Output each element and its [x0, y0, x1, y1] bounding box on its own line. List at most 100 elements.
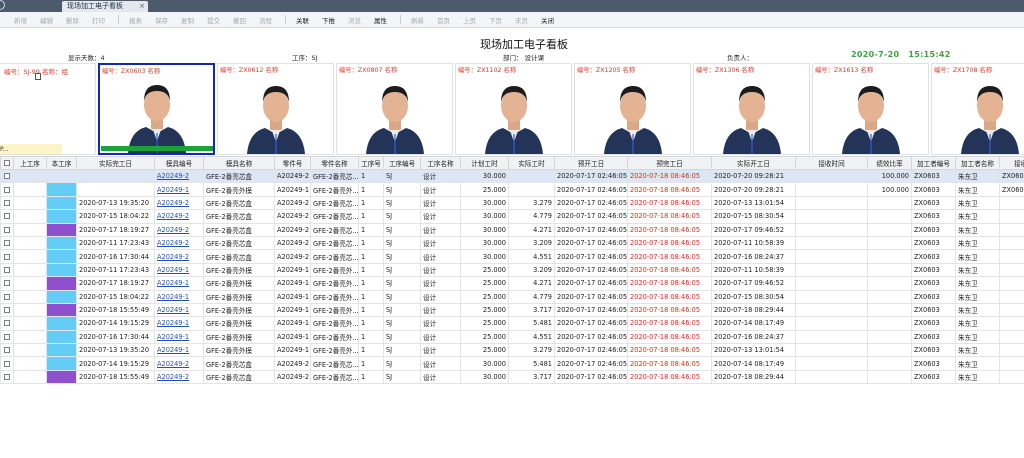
toolbar-button-9[interactable]: 流程: [259, 15, 272, 25]
column-header[interactable]: 实际工时: [508, 156, 555, 170]
column-header[interactable]: 接收时间: [795, 156, 868, 170]
row-checkbox-cell[interactable]: [0, 209, 14, 224]
cell-mold[interactable]: A20249-1: [154, 182, 204, 197]
toolbar-button-17[interactable]: 下页: [489, 15, 502, 25]
table-row[interactable]: 2020-07-18 15:55:49 A20249-2 GFE-2番亮芯盒 A202…: [0, 369, 1024, 385]
employee-card-6[interactable]: 编号：ZX1306 名称: [693, 63, 810, 155]
cell-mold[interactable]: A20249-2: [154, 356, 204, 371]
row-checkbox[interactable]: [4, 240, 10, 247]
table-row[interactable]: 2020-07-16 17:30:44 A20249-2 GFE-2番亮芯盒 A202…: [0, 249, 1024, 264]
table-row[interactable]: 2020-07-11 17:23:43 A20249-1 GFE-2番亮外模 A202…: [0, 262, 1024, 278]
tab-kanban[interactable]: 现场加工电子看板 ×: [62, 1, 148, 12]
toolbar-button-10[interactable]: 关联: [296, 15, 309, 25]
employee-card-1[interactable]: 编号：ZX0603 名称: [98, 63, 215, 155]
cell-mold[interactable]: A20249-2: [154, 249, 204, 264]
row-checkbox-cell[interactable]: [0, 356, 14, 371]
cell-mold[interactable]: A20249-1: [154, 343, 204, 358]
column-header[interactable]: 工序名称: [420, 156, 461, 170]
row-checkbox[interactable]: [4, 226, 10, 233]
column-header[interactable]: 接收人: [999, 156, 1024, 170]
row-checkbox-cell[interactable]: [0, 289, 14, 304]
toolbar-button-7[interactable]: 提交: [207, 15, 220, 25]
table-row[interactable]: 2020-07-15 18:04:22 A20249-2 GFE-2番亮芯盒 A202…: [0, 209, 1024, 224]
toolbar-button-4[interactable]: 报表: [129, 15, 142, 25]
column-header[interactable]: 模具名称: [203, 156, 275, 170]
row-checkbox-cell[interactable]: [0, 249, 14, 264]
row-checkbox[interactable]: [4, 307, 10, 314]
select-all-checkbox[interactable]: [4, 160, 10, 166]
row-checkbox-cell[interactable]: [0, 182, 14, 197]
row-checkbox[interactable]: [4, 374, 10, 381]
row-checkbox[interactable]: [4, 253, 10, 260]
employee-card-7[interactable]: 编号：ZX1613 名称: [812, 63, 929, 155]
table-row[interactable]: 2020-07-14 19:15:29 A20249-1 GFE-2番亮外模 A202…: [0, 316, 1024, 331]
row-checkbox[interactable]: [4, 360, 10, 367]
column-header[interactable]: 零件名称: [310, 156, 359, 170]
toolbar-button-11[interactable]: 下推: [322, 15, 335, 25]
toolbar-button-0[interactable]: 新增: [14, 15, 27, 25]
employee-card-2[interactable]: 编号：ZX0612 名称: [217, 63, 334, 155]
row-checkbox-cell[interactable]: [0, 302, 14, 318]
cell-mold[interactable]: A20249-1: [154, 316, 204, 331]
row-checkbox-cell[interactable]: [0, 235, 14, 251]
column-header[interactable]: 绩效比率: [867, 156, 912, 170]
table-row[interactable]: 2020-07-18 15:55:49 A20249-1 GFE-2番亮外模 A202…: [0, 302, 1024, 318]
toolbar-button-8[interactable]: 撤回: [233, 15, 246, 25]
row-checkbox[interactable]: [4, 213, 10, 220]
toolbar-button-18[interactable]: 末页: [515, 15, 528, 25]
column-header[interactable]: 工序号: [358, 156, 384, 170]
employee-card-8[interactable]: 编号：ZX1708 名称: [931, 63, 1024, 155]
row-checkbox[interactable]: [4, 320, 10, 327]
column-header[interactable]: 实际开工日: [711, 156, 796, 170]
column-header[interactable]: 上工序: [13, 156, 47, 170]
table-row[interactable]: 2020-07-15 18:04:22 A20249-1 GFE-2番亮外模 A202…: [0, 289, 1024, 304]
table-row[interactable]: 2020-07-14 19:15:29 A20249-2 GFE-2番亮芯盒 A202…: [0, 356, 1024, 371]
cell-mold[interactable]: A20249-2: [154, 195, 204, 211]
table-row[interactable]: 2020-07-17 18:19:27 A20249-1 GFE-2番亮外模 A202…: [0, 276, 1024, 291]
row-checkbox-cell[interactable]: [0, 168, 14, 184]
row-checkbox-cell[interactable]: [0, 343, 14, 358]
row-checkbox-cell[interactable]: [0, 329, 14, 345]
column-header[interactable]: 实际完工日: [76, 156, 155, 170]
row-checkbox[interactable]: [4, 173, 10, 180]
row-checkbox-cell[interactable]: [0, 369, 14, 385]
cell-mold[interactable]: A20249-2: [154, 209, 204, 224]
row-checkbox[interactable]: [4, 266, 10, 273]
table-row[interactable]: A20249-2 GFE-2番亮芯盒 A20249-2 GFE-2番亮芯... 1 SJ 设…: [0, 168, 1024, 184]
column-header[interactable]: 计划工时: [460, 156, 509, 170]
toolbar-button-12[interactable]: 浏览: [348, 15, 361, 25]
column-header[interactable]: 模具编号: [154, 156, 204, 170]
employee-card-3[interactable]: 编号：ZX0807 名称: [336, 63, 453, 155]
employee-card-4[interactable]: 编号：ZX1102 名称: [455, 63, 572, 155]
row-checkbox[interactable]: [4, 280, 10, 287]
column-header[interactable]: 工序编号: [383, 156, 421, 170]
column-header[interactable]: 预完工日: [627, 156, 712, 170]
cell-mold[interactable]: A20249-1: [154, 329, 204, 345]
column-header[interactable]: 本工序: [46, 156, 77, 170]
toolbar-button-16[interactable]: 上页: [463, 15, 476, 25]
table-row[interactable]: 2020-07-17 18:19:27 A20249-2 GFE-2番亮芯盒 A202…: [0, 222, 1024, 237]
toolbar-button-14[interactable]: 刷新: [411, 15, 424, 25]
table-row[interactable]: A20249-1 GFE-2番亮外模 A20249-1 GFE-2番亮外... 1 SJ 设…: [0, 182, 1024, 197]
toolbar-button-5[interactable]: 保存: [155, 15, 168, 25]
tab-close-icon[interactable]: ×: [139, 1, 145, 12]
column-header[interactable]: 预开工日: [554, 156, 628, 170]
row-checkbox-cell[interactable]: [0, 276, 14, 291]
cell-mold[interactable]: A20249-2: [154, 369, 204, 385]
employee-card-5[interactable]: 编号：ZX1205 名称: [574, 63, 691, 155]
cell-mold[interactable]: A20249-1: [154, 276, 204, 291]
toolbar-button-3[interactable]: 打印: [92, 15, 105, 25]
cell-mold[interactable]: A20249-1: [154, 289, 204, 304]
cell-mold[interactable]: A20249-2: [154, 222, 204, 237]
column-header[interactable]: 加工者名称: [955, 156, 1000, 170]
toolbar-button-1[interactable]: 编辑: [40, 15, 53, 25]
select-all-header[interactable]: [0, 156, 14, 170]
column-header[interactable]: 零件号: [274, 156, 311, 170]
toolbar-button-19[interactable]: 关闭: [541, 15, 554, 25]
toolbar-button-2[interactable]: 删除: [66, 15, 79, 25]
row-checkbox-cell[interactable]: [0, 262, 14, 278]
table-row[interactable]: 2020-07-16 17:30:44 A20249-1 GFE-2番亮外模 A202…: [0, 329, 1024, 345]
cell-mold[interactable]: A20249-1: [154, 302, 204, 318]
row-checkbox[interactable]: [4, 199, 10, 206]
row-checkbox[interactable]: [4, 293, 10, 300]
